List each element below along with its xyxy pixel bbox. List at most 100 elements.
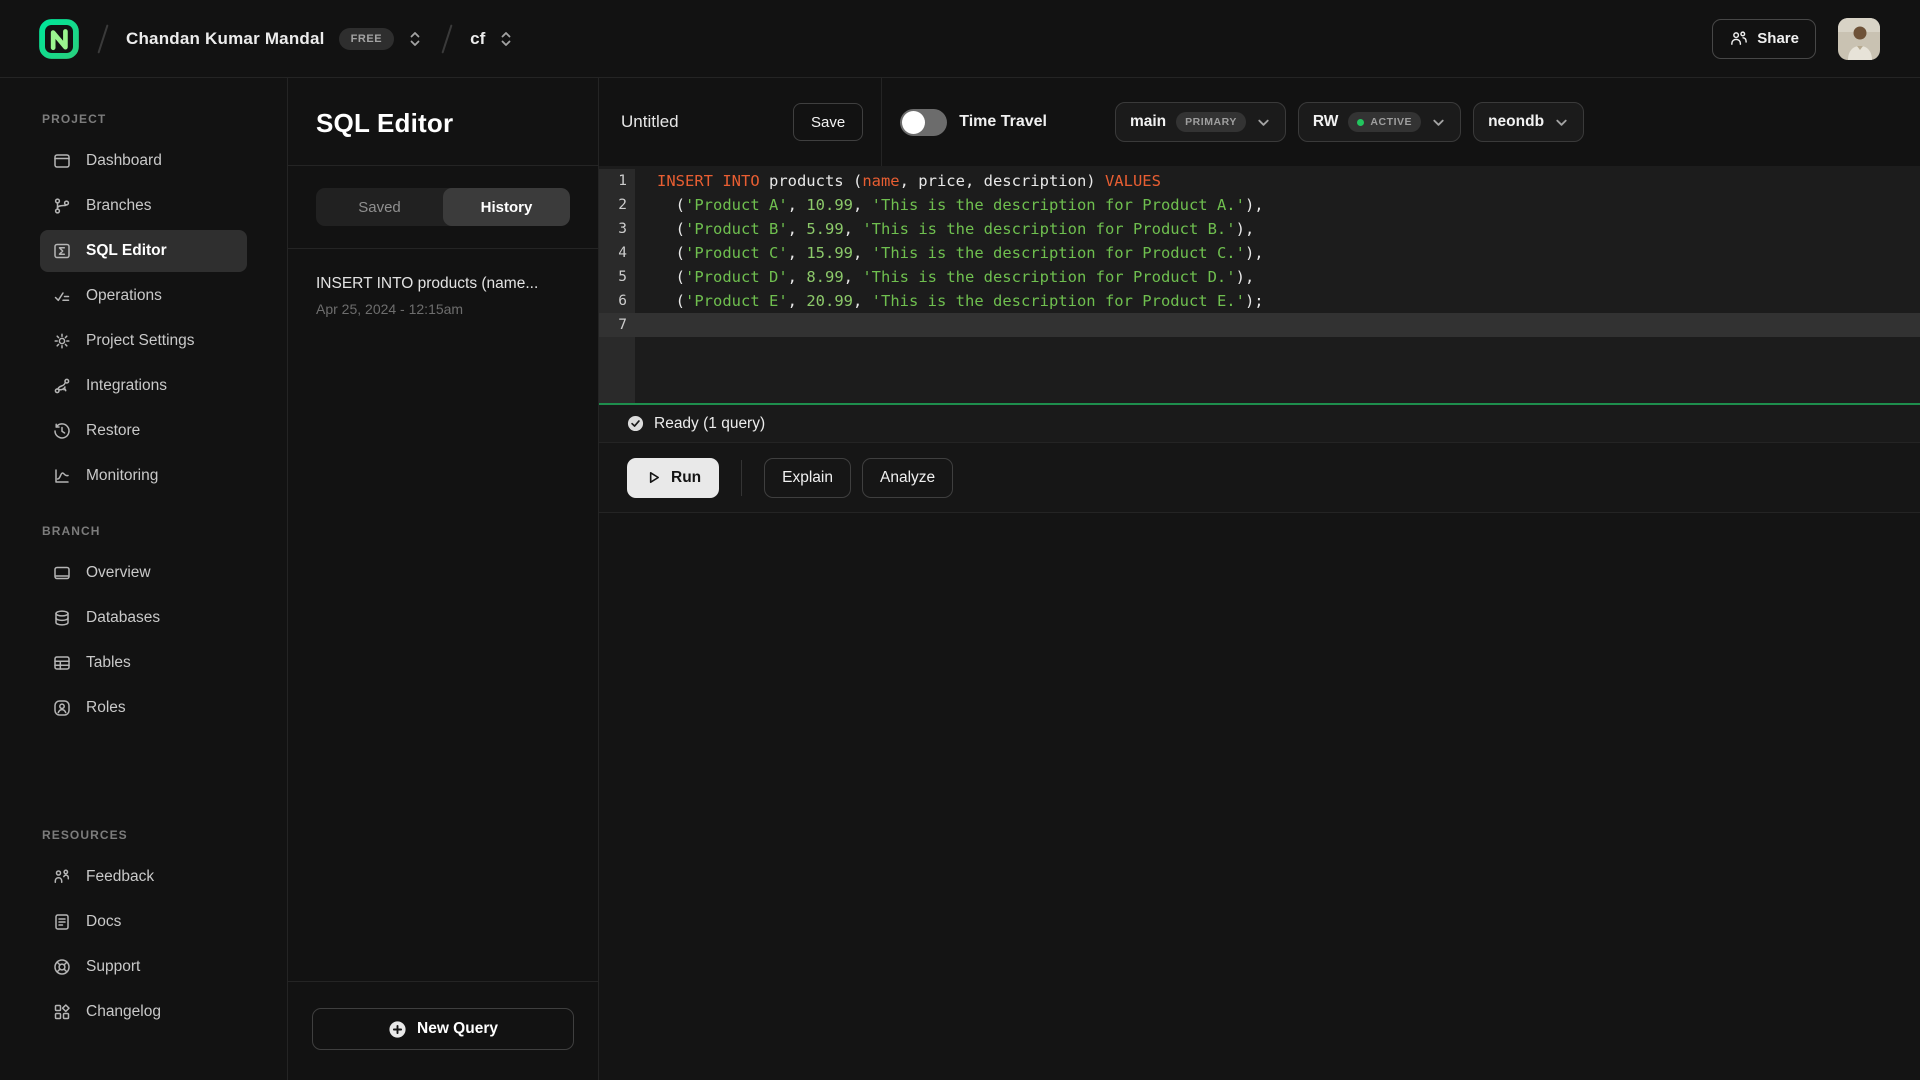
sidebar-item-label: Support (86, 958, 140, 976)
code-line[interactable]: 1INSERT INTO products (name, price, desc… (599, 169, 1920, 193)
sql-code-editor[interactable]: 1INSERT INTO products (name, price, desc… (599, 166, 1920, 405)
code-line[interactable]: 5 ('Product D', 8.99, 'This is the descr… (599, 265, 1920, 289)
org-switcher-chevron-icon[interactable] (406, 28, 424, 50)
top-header: Chandan Kumar Mandal FREE cf Share (0, 0, 1920, 78)
nav-section-resources: RESOURCES Feedback Docs Support Changelog (40, 828, 247, 1036)
run-button-label: Run (671, 469, 701, 487)
time-travel-toggle[interactable] (900, 109, 947, 136)
new-query-label: New Query (417, 1020, 498, 1038)
branch-selector[interactable]: main PRIMARY (1115, 102, 1286, 142)
code-line[interactable]: 4 ('Product C', 15.99, 'This is the desc… (599, 241, 1920, 265)
panel-footer: New Query (288, 981, 598, 1080)
line-number: 1 (599, 169, 635, 193)
nav-section-label: BRANCH (42, 524, 247, 538)
analyze-button[interactable]: Analyze (862, 458, 953, 498)
sidebar-item-roles[interactable]: Roles (40, 687, 247, 729)
status-text: Ready (1 query) (654, 415, 765, 433)
compute-selector[interactable]: RW ACTIVE (1298, 102, 1461, 142)
sidebar-item-project-settings[interactable]: Project Settings (40, 320, 247, 362)
sidebar-item-operations[interactable]: Operations (40, 275, 247, 317)
branches-icon (52, 196, 72, 216)
compute-active-label: ACTIVE (1370, 116, 1412, 128)
monitoring-chart-icon (52, 466, 72, 486)
line-number: 3 (599, 217, 635, 241)
sidebar-item-monitoring[interactable]: Monitoring (40, 455, 247, 497)
sql-editor-icon (52, 241, 72, 261)
page-title: SQL Editor (316, 108, 570, 139)
roles-user-icon (52, 698, 72, 718)
sidebar-item-label: SQL Editor (86, 242, 167, 260)
neon-logo-icon[interactable] (38, 18, 80, 60)
sidebar-item-label: Changelog (86, 1003, 161, 1021)
sidebar-item-label: Project Settings (86, 332, 195, 350)
tab-saved[interactable]: Saved (316, 188, 443, 226)
plan-badge: FREE (339, 28, 395, 50)
code-empty-space[interactable] (599, 337, 1920, 403)
sidebar-item-databases[interactable]: Databases (40, 597, 247, 639)
line-number: 4 (599, 241, 635, 265)
restore-history-icon (52, 421, 72, 441)
database-selector-value: neondb (1488, 113, 1544, 131)
share-button-label: Share (1757, 30, 1799, 47)
nav-section-label: RESOURCES (42, 828, 247, 842)
results-empty-area (599, 513, 1920, 1080)
ready-check-icon (627, 415, 644, 432)
code-filler (635, 337, 1920, 403)
line-number: 7 (599, 313, 635, 337)
save-button[interactable]: Save (793, 103, 863, 141)
table-icon (52, 653, 72, 673)
neon-console: Chandan Kumar Mandal FREE cf Share (0, 0, 1920, 1080)
user-avatar[interactable] (1838, 18, 1880, 60)
sidebar-item-restore[interactable]: Restore (40, 410, 247, 452)
feedback-people-icon (52, 867, 72, 887)
share-people-icon (1729, 29, 1748, 48)
history-item[interactable]: INSERT INTO products (name...Apr 25, 202… (316, 267, 570, 325)
query-name[interactable]: Untitled (621, 112, 793, 132)
sidebar-item-branches[interactable]: Branches (40, 185, 247, 227)
project-switcher-chevron-icon[interactable] (497, 28, 515, 50)
editor-column: Untitled Save Time Travel main PRIMARY R… (599, 78, 1920, 1080)
history-item-title: INSERT INTO products (name... (316, 275, 570, 293)
time-travel-label: Time Travel (959, 113, 1047, 131)
code-line[interactable]: 2 ('Product A', 10.99, 'This is the desc… (599, 193, 1920, 217)
breadcrumb-org-name[interactable]: Chandan Kumar Mandal (126, 29, 325, 49)
code-line-content: ('Product C', 15.99, 'This is the descri… (635, 241, 1920, 265)
tab-history[interactable]: History (443, 188, 570, 226)
new-query-button[interactable]: New Query (312, 1008, 574, 1050)
run-button[interactable]: Run (627, 458, 719, 498)
code-line[interactable]: 7 (599, 313, 1920, 337)
code-line-content: ('Product B', 5.99, 'This is the descrip… (635, 217, 1920, 241)
toggle-knob (902, 111, 925, 134)
docs-icon (52, 912, 72, 932)
database-selector[interactable]: neondb (1473, 102, 1584, 142)
explain-button[interactable]: Explain (764, 458, 851, 498)
share-button[interactable]: Share (1712, 19, 1816, 59)
nav-section-project: PROJECTDashboardBranchesSQL EditorOperat… (40, 112, 247, 500)
compute-selector-value: RW (1313, 113, 1339, 131)
code-line[interactable]: 3 ('Product B', 5.99, 'This is the descr… (599, 217, 1920, 241)
sidebar-item-label: Monitoring (86, 467, 158, 485)
chevron-down-icon (1431, 115, 1446, 130)
sidebar-item-integrations[interactable]: Integrations (40, 365, 247, 407)
sidebar-item-label: Feedback (86, 868, 154, 886)
code-line[interactable]: 6 ('Product E', 20.99, 'This is the desc… (599, 289, 1920, 313)
saved-history-tabs-wrap: SavedHistory (288, 166, 598, 249)
code-line-content: ('Product D', 8.99, 'This is the descrip… (635, 265, 1920, 289)
sidebar-item-dashboard[interactable]: Dashboard (40, 140, 247, 182)
sidebar-item-overview[interactable]: Overview (40, 552, 247, 594)
sidebar-item-label: Roles (86, 699, 126, 717)
editor-actions-bar: Run Explain Analyze (599, 443, 1920, 513)
breadcrumb-project-name[interactable]: cf (470, 29, 485, 49)
play-icon (645, 469, 662, 486)
sidebar-item-label: Databases (86, 609, 160, 627)
saved-history-tabs: SavedHistory (316, 188, 570, 226)
sidebar-item-feedback[interactable]: Feedback (40, 856, 247, 898)
branch-primary-badge: PRIMARY (1176, 112, 1246, 132)
sidebar-item-changelog[interactable]: Changelog (40, 991, 247, 1033)
code-line-content (635, 313, 1920, 337)
sidebar-item-sql-editor[interactable]: SQL Editor (40, 230, 247, 272)
sidebar-item-tables[interactable]: Tables (40, 642, 247, 684)
line-number: 2 (599, 193, 635, 217)
sidebar-item-support[interactable]: Support (40, 946, 247, 988)
sidebar-item-docs[interactable]: Docs (40, 901, 247, 943)
